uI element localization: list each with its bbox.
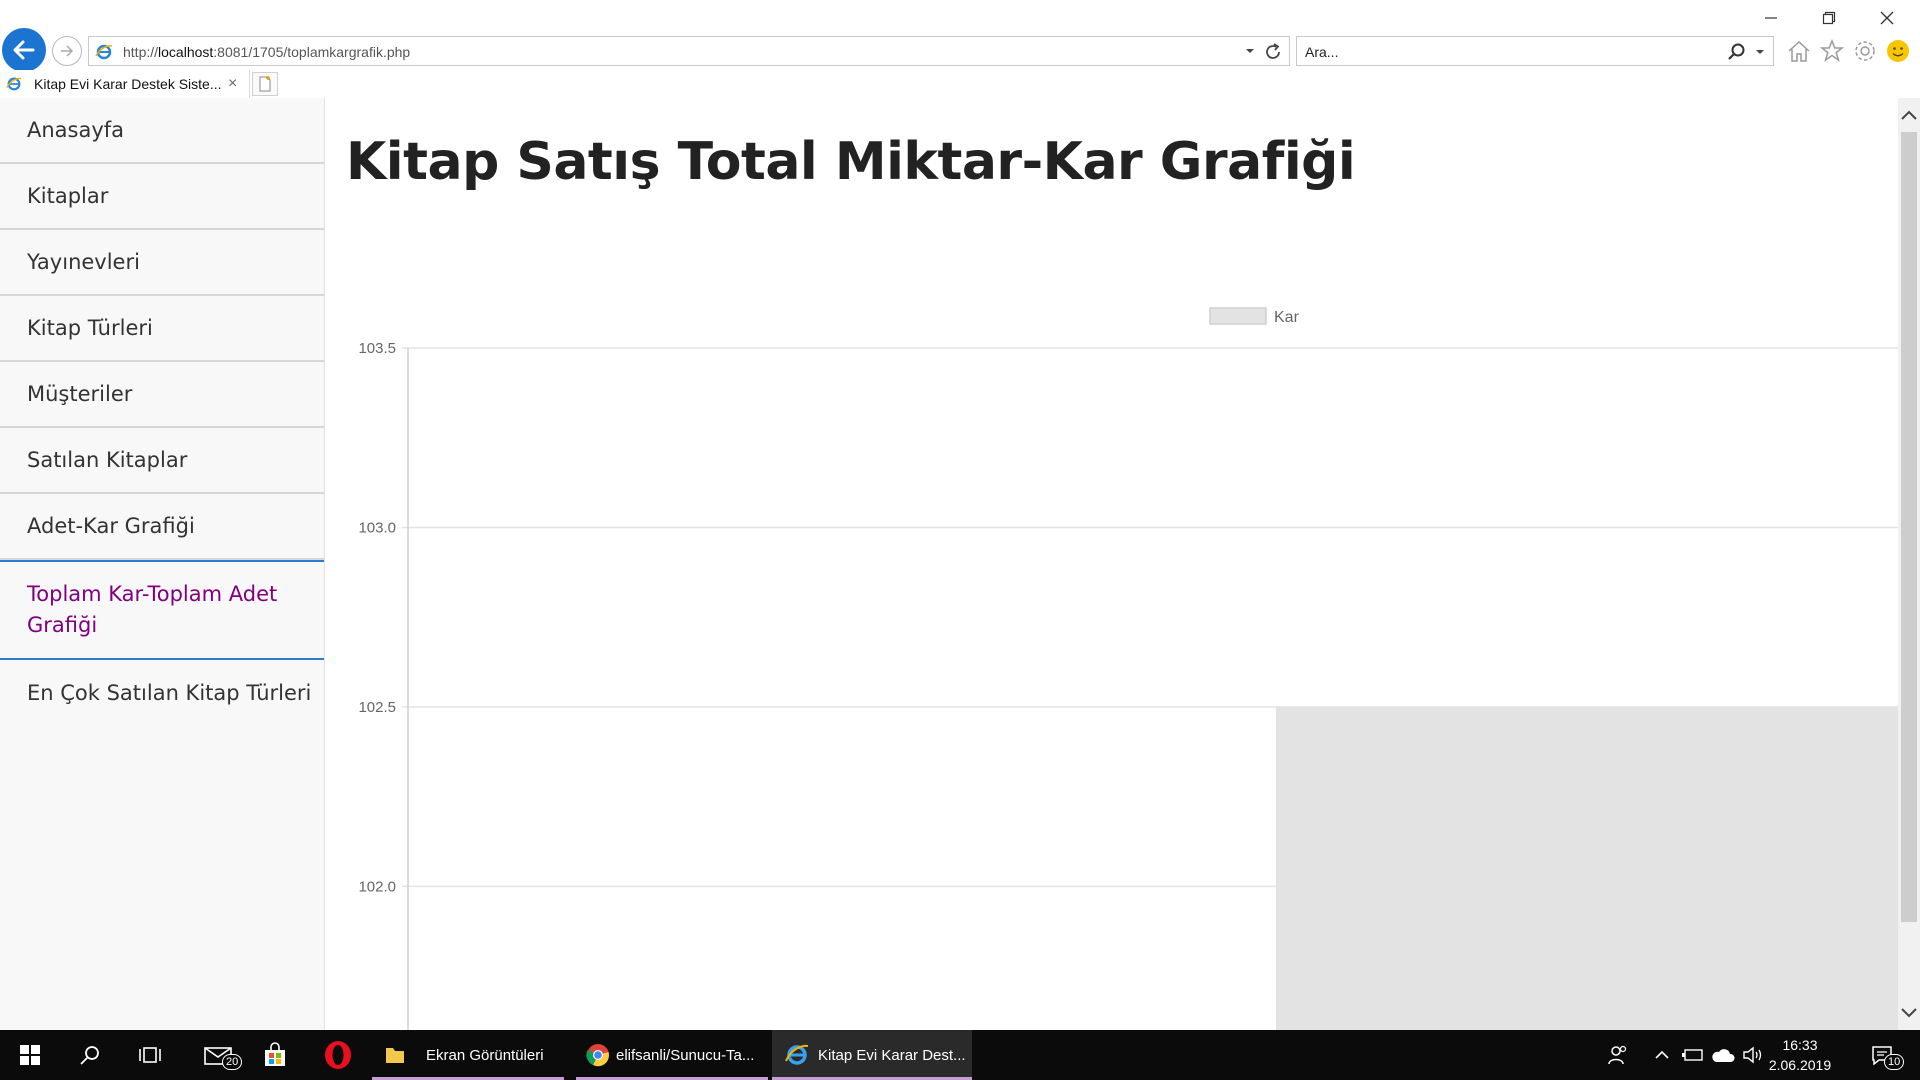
battery-icon [1682, 1049, 1703, 1061]
sidebar-item-musteriler[interactable]: Müşteriler [0, 362, 324, 428]
settings-button[interactable] [1851, 37, 1879, 65]
url-prefix: http:// [123, 44, 159, 60]
sidebar-item-kitap-turleri[interactable]: Kitap Türleri [0, 296, 324, 362]
url-host: localhost [158, 44, 214, 60]
store-icon [265, 1042, 285, 1066]
taskbar-app-chrome[interactable]: elifsanli/Sunucu-Ta... [576, 1030, 768, 1080]
y-tick-label: 102.5 [358, 699, 396, 716]
bar-chart: 103.5 103.0 102.5 102.0 Kar [358, 307, 1898, 1030]
ie-page-icon [6, 77, 22, 91]
tray-overflow-button[interactable] [1650, 1030, 1674, 1080]
cloud-icon [1712, 1049, 1735, 1062]
chevron-down-icon [1901, 1008, 1917, 1018]
task-view-icon [139, 1047, 161, 1063]
sidebar-item-yayinevleri[interactable]: Yayınevleri [0, 230, 324, 296]
close-icon [1880, 11, 1894, 25]
scrollbar-thumb[interactable] [1901, 132, 1917, 922]
sidebar-item-satilan-kitaplar[interactable]: Satılan Kitaplar [0, 428, 324, 494]
chevron-down-icon[interactable] [1755, 48, 1765, 56]
minimize-icon [1765, 17, 1777, 19]
people-icon [1608, 1045, 1627, 1065]
scroll-down-button[interactable] [1898, 998, 1920, 1028]
ie-icon [785, 1044, 809, 1065]
store-button[interactable] [250, 1030, 300, 1080]
search-icon[interactable] [1727, 42, 1747, 62]
start-button[interactable] [0, 1030, 60, 1080]
y-tick-label: 103.0 [358, 519, 396, 536]
page-title: Kitap Satış Total Miktar-Kar Grafiği [346, 132, 1356, 192]
browser-chrome: http://localhost:8081/1705/toplamkargraf… [0, 0, 1920, 98]
forward-button[interactable] [52, 36, 82, 66]
search-icon [80, 1046, 99, 1065]
home-button[interactable] [1785, 37, 1813, 65]
ie-page-icon [95, 44, 113, 60]
people-button[interactable] [1600, 1030, 1636, 1080]
new-tab-button[interactable] [252, 72, 278, 96]
favorites-button[interactable] [1818, 37, 1846, 65]
y-tick-label: 102.0 [358, 878, 396, 895]
action-center-button[interactable]: 10 [1862, 1030, 1905, 1080]
smiley-icon [1887, 40, 1909, 62]
mail-button[interactable]: 20 [190, 1030, 246, 1080]
notification-badge: 10 [1884, 1054, 1905, 1070]
mail-badge: 20 [222, 1054, 243, 1070]
legend-label: Kar [1274, 309, 1300, 326]
home-icon [1788, 40, 1810, 62]
gear-icon [1855, 41, 1875, 61]
search-box[interactable] [1296, 36, 1774, 66]
taskbar-app-explorer[interactable]: Ekran Görüntüleri [372, 1030, 564, 1080]
new-tab-icon [259, 76, 271, 92]
feedback-button[interactable] [1884, 37, 1912, 65]
restore-button[interactable] [1800, 0, 1858, 36]
onedrive-button[interactable] [1708, 1030, 1738, 1080]
chrome-icon [586, 1044, 609, 1067]
windows-icon [20, 1045, 40, 1065]
clock[interactable]: 16:33 2.06.2019 [1760, 1035, 1840, 1075]
taskbar-app-label: Kitap Evi Karar Dest... [818, 1046, 966, 1064]
sidebar-item-toplam-kar-grafigi[interactable]: Toplam Kar-Toplam Adet Grafiği [0, 560, 324, 660]
y-tick-label: 103.5 [358, 340, 396, 357]
address-bar[interactable]: http://localhost:8081/1705/toplamkargraf… [88, 36, 1290, 66]
sidebar-item-adet-kar-grafigi[interactable]: Adet-Kar Grafiği [0, 494, 324, 560]
search-input[interactable] [1305, 42, 1685, 62]
chevron-up-icon [1655, 1050, 1669, 1059]
restore-icon [1822, 11, 1836, 25]
tab-close-icon[interactable]: × [228, 75, 237, 93]
back-button[interactable] [2, 28, 46, 72]
task-view-button[interactable] [120, 1030, 180, 1080]
taskbar-app-label: Ekran Görüntüleri [426, 1046, 544, 1064]
vertical-scrollbar[interactable] [1898, 98, 1920, 1030]
search-taskbar-button[interactable] [60, 1030, 120, 1080]
taskbar-app-label: elifsanli/Sunucu-Ta... [616, 1046, 755, 1064]
opera-button[interactable] [310, 1030, 366, 1080]
minimize-button[interactable] [1742, 0, 1800, 36]
opera-icon [325, 1041, 351, 1069]
scroll-up-button[interactable] [1898, 100, 1920, 130]
url-text: http://localhost:8081/1705/toplamkargraf… [123, 44, 410, 60]
star-icon [1819, 38, 1845, 62]
close-window-button[interactable] [1858, 0, 1916, 36]
clock-date: 2.06.2019 [1768, 1057, 1832, 1073]
chart-bar [1275, 706, 1898, 1030]
tab-title: Kitap Evi Karar Destek Siste... [34, 76, 222, 92]
chevron-up-icon [1901, 110, 1917, 120]
arrow-left-icon [13, 40, 35, 60]
url-rest: :8081/1705/toplamkargrafik.php [213, 44, 411, 60]
folder-icon [386, 1048, 404, 1063]
refresh-icon[interactable] [1263, 42, 1283, 62]
page-viewport: Anasayfa Kitaplar Yayınevleri Kitap Türl… [0, 98, 1920, 1030]
sidebar: Anasayfa Kitaplar Yayınevleri Kitap Türl… [0, 98, 325, 1030]
sidebar-item-kitaplar[interactable]: Kitaplar [0, 164, 324, 230]
arrow-right-icon [61, 45, 74, 57]
taskbar-app-ie[interactable]: Kitap Evi Karar Dest... [772, 1030, 972, 1080]
legend-swatch [1209, 307, 1267, 325]
sidebar-item-anasayfa[interactable]: Anasayfa [0, 98, 324, 164]
taskbar: 20 Ekran Görüntüleri elifsanli/Sunucu-Ta… [0, 1030, 1920, 1080]
battery-button[interactable] [1678, 1030, 1708, 1080]
chevron-down-icon[interactable] [1245, 47, 1255, 55]
sidebar-item-en-cok-satilan[interactable]: En Çok Satılan Kitap Türleri [0, 660, 324, 726]
browser-tab[interactable]: Kitap Evi Karar Destek Siste... × [0, 70, 250, 98]
clock-time: 16:33 [1782, 1037, 1818, 1053]
